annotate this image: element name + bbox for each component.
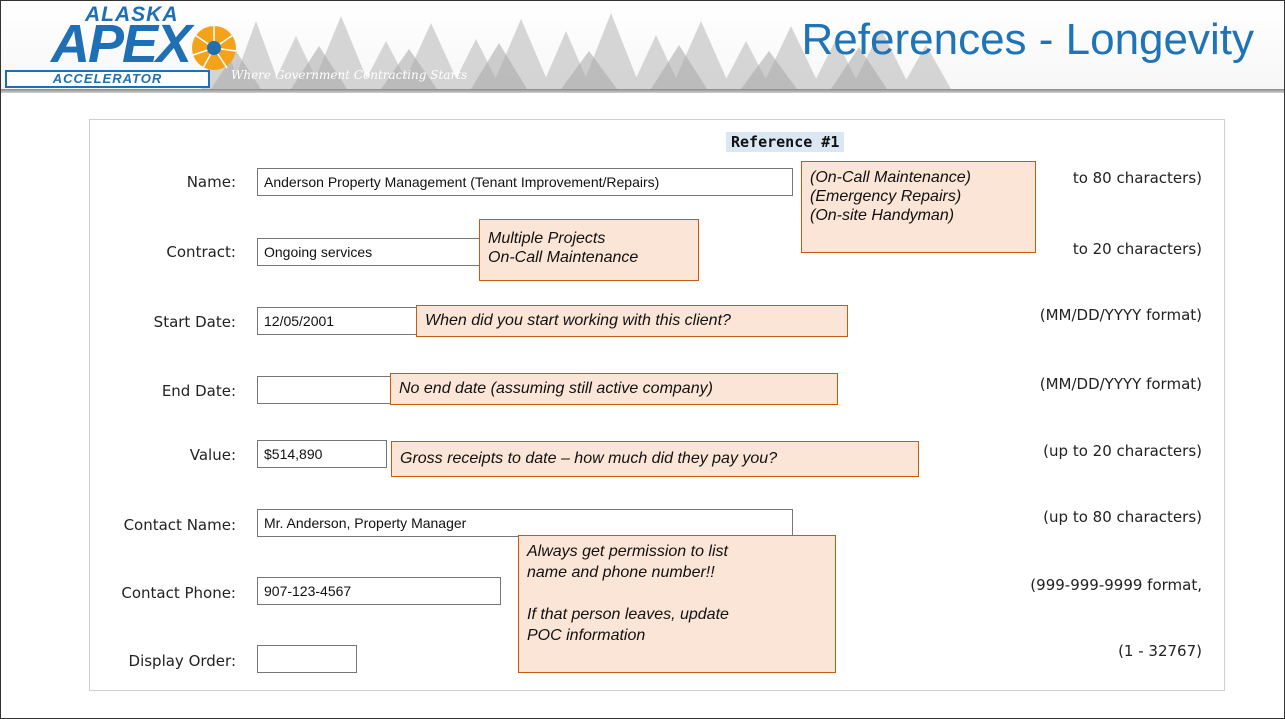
contact-name-label: Contact Name:	[123, 516, 236, 534]
contact-name-hint: (up to 80 characters)	[1043, 508, 1202, 526]
sunburst-icon	[192, 26, 237, 70]
slide: ALASKA APEX ACCELERATOR Where Government…	[0, 0, 1285, 719]
contract-label: Contract:	[166, 243, 236, 261]
end-date-input[interactable]	[257, 376, 397, 404]
name-hint: to 80 characters)	[1072, 169, 1202, 187]
name-examples-note: (On-Call Maintenance) (Emergency Repairs…	[801, 161, 1036, 253]
contact-phone-label: Contact Phone:	[121, 584, 236, 602]
contact-permission-note: Always get permission to list name and p…	[518, 535, 836, 673]
end-date-label: End Date:	[161, 382, 236, 400]
note-line: POC information	[527, 627, 646, 644]
contact-phone-hint: (999-999-9999 format,	[1030, 576, 1202, 594]
start-date-note: When did you start working with this cli…	[416, 305, 848, 337]
value-note: Gross receipts to date – how much did th…	[391, 441, 919, 477]
slide-header: ALASKA APEX ACCELERATOR Where Government…	[1, 1, 1284, 89]
name-label: Name:	[186, 173, 236, 191]
note-line	[527, 583, 827, 604]
start-date-label: Start Date:	[153, 313, 236, 331]
note-line: (On-Call Maintenance)	[810, 169, 971, 186]
value-hint: (up to 20 characters)	[1043, 442, 1202, 460]
name-input[interactable]: Anderson Property Management (Tenant Imp…	[257, 168, 793, 196]
value-label: Value:	[189, 446, 236, 464]
slide-title: References - Longevity	[801, 15, 1254, 64]
logo-apex-text: APEX	[51, 14, 192, 74]
display-order-hint: (1 - 32767)	[1118, 642, 1202, 660]
note-line: (Emergency Repairs)	[810, 188, 962, 205]
alaska-apex-logo: ALASKA APEX ACCELERATOR	[5, 3, 240, 89]
start-date-input[interactable]: 12/05/2001	[257, 307, 417, 335]
logo-tagline: Where Government Contracting Starts	[231, 68, 468, 82]
value-input[interactable]: $514,890	[257, 440, 387, 468]
contract-input[interactable]: Ongoing services	[257, 238, 487, 266]
logo-accelerator-text: ACCELERATOR	[5, 70, 210, 88]
end-date-note: No end date (assuming still active compa…	[390, 373, 838, 405]
reference-heading: Reference #1	[726, 132, 845, 152]
contact-phone-input[interactable]: 907-123-4567	[257, 577, 501, 605]
contract-note: Multiple Projects On-Call Maintenance	[479, 219, 699, 281]
note-line: (On-site Handyman)	[810, 207, 955, 224]
note-line: If that person leaves, update	[527, 606, 729, 623]
display-order-input[interactable]	[257, 645, 357, 673]
contact-name-input[interactable]: Mr. Anderson, Property Manager	[257, 509, 793, 537]
start-date-hint: (MM/DD/YYYY format)	[1039, 306, 1202, 324]
end-date-hint: (MM/DD/YYYY format)	[1039, 375, 1202, 393]
note-line: On-Call Maintenance	[488, 249, 639, 266]
note-line: name and phone number!!	[527, 564, 715, 581]
header-divider	[1, 89, 1284, 93]
contract-hint: to 20 characters)	[1072, 240, 1202, 258]
note-line: Multiple Projects	[488, 230, 606, 247]
note-line: Always get permission to list	[527, 543, 728, 560]
display-order-label: Display Order:	[128, 652, 236, 670]
